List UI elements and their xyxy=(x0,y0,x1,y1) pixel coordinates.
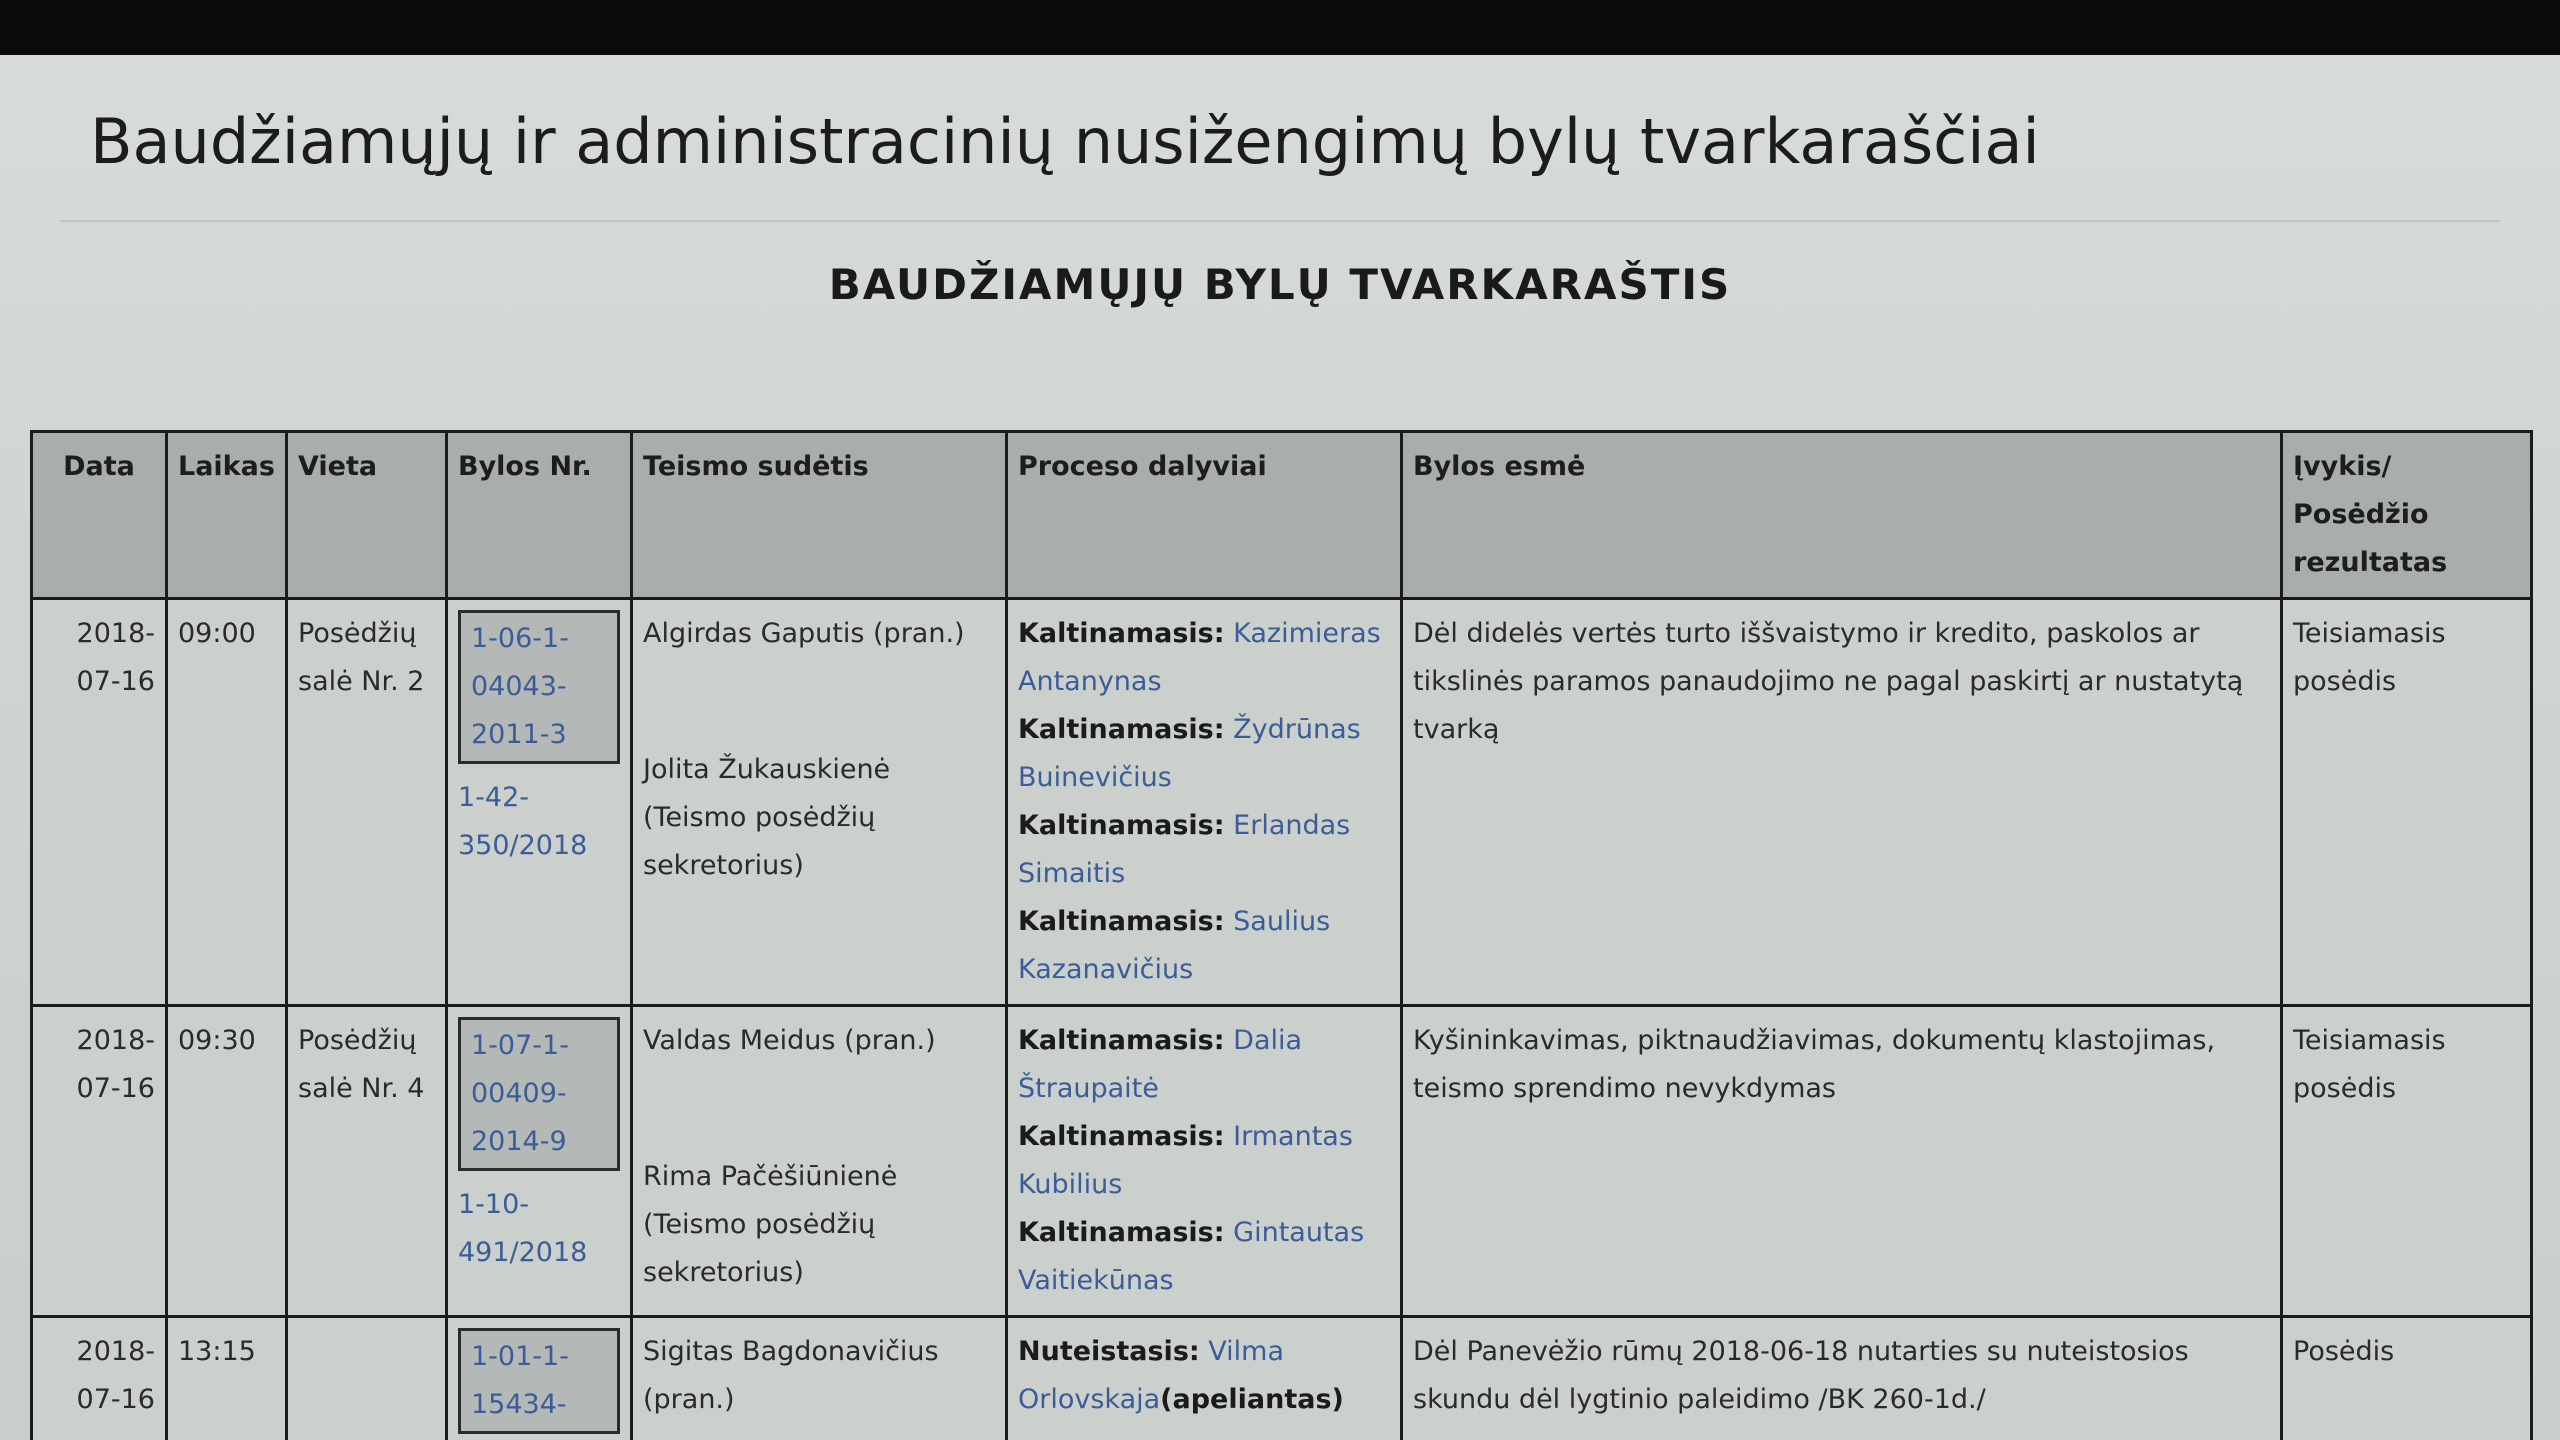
case-number-link[interactable]: 1-01-1-15434- xyxy=(458,1328,620,1434)
section-title: BAUDŽIAMŲJŲ BYLŲ TVARKARAŠTIS xyxy=(828,260,1732,309)
header-event-line: rezultatas xyxy=(2293,547,2448,578)
cell-case-number: 1-01-1-15434- xyxy=(445,1315,633,1440)
participant: Kaltinamasis: Žydrūnas Buinevičius xyxy=(1018,706,1390,802)
participant: Kaltinamasis: Irmantas Kubilius xyxy=(1018,1113,1390,1209)
table-row: 2018-07-16 09:00 Posėdžių salė Nr. 2 1-0… xyxy=(30,597,2533,1007)
header-event-line: Įvykis/ xyxy=(2293,451,2392,482)
cell-event: Posėdis xyxy=(2280,1315,2533,1440)
cell-court: Valdas Meidus (pran.) Rima Pačėšiūnienė … xyxy=(630,1004,1008,1318)
cell-essence: Dėl Panevėžio rūmų 2018-06-18 nutarties … xyxy=(1400,1315,2283,1440)
schedule-table: Data Laikas Vieta Bylos Nr. Teismo sudėt… xyxy=(30,430,2533,1440)
cell-court: Sigitas Bagdonavičius (pran.) xyxy=(630,1315,1008,1440)
cell-essence: Dėl didelės vertės turto iššvaistymo ir … xyxy=(1400,597,2283,1007)
participant: Kaltinamasis: Saulius Kazanavičius xyxy=(1018,898,1390,994)
participant-role: Kaltinamasis: xyxy=(1018,618,1225,649)
header-date[interactable]: Data xyxy=(30,430,168,600)
participant: Kaltinamasis: Dalia Štraupaitė xyxy=(1018,1017,1390,1113)
participant: Kaltinamasis: Gintautas Vaitiekūnas xyxy=(1018,1209,1390,1305)
page-background: Baudžiamųjų ir administracinių nusižengi… xyxy=(0,55,2560,1440)
cell-participants: Kaltinamasis: Dalia Štraupaitė Kaltinama… xyxy=(1005,1004,1403,1318)
secretary-name: Jolita Žukauskienė (Teismo posėdžių sekr… xyxy=(643,754,891,881)
participant-role: Kaltinamasis: xyxy=(1018,1217,1225,1248)
participant: Kaltinamasis: Erlandas Simaitis xyxy=(1018,802,1390,898)
cell-date: 2018-07-16 xyxy=(30,1004,168,1318)
cell-date: 2018-07-16 xyxy=(30,597,168,1007)
case-number-link[interactable]: 1-06-1-04043-2011-3 xyxy=(458,610,620,764)
participant-role: Kaltinamasis: xyxy=(1018,714,1225,745)
cell-event: Teisiamasis posėdis xyxy=(2280,597,2533,1007)
cell-place xyxy=(285,1315,448,1440)
participant-role: Kaltinamasis: xyxy=(1018,906,1225,937)
header-event[interactable]: Įvykis/ Posėdžio rezultatas xyxy=(2280,430,2533,600)
cell-time: 09:30 xyxy=(165,1004,288,1318)
cell-place: Posėdžių salė Nr. 2 xyxy=(285,597,448,1007)
title-divider xyxy=(60,220,2500,222)
participant-role: Kaltinamasis: xyxy=(1018,1121,1225,1152)
cell-place: Posėdžių salė Nr. 4 xyxy=(285,1004,448,1318)
judge-name: Sigitas Bagdonavičius (pran.) xyxy=(643,1336,939,1415)
table-header-row: Data Laikas Vieta Bylos Nr. Teismo sudėt… xyxy=(30,430,2533,600)
judge-name: Valdas Meidus (pran.) xyxy=(643,1025,936,1056)
cell-court: Algirdas Gaputis (pran.) Jolita Žukauski… xyxy=(630,597,1008,1007)
cell-event: Teisiamasis posėdis xyxy=(2280,1004,2533,1318)
header-event-line: Posėdžio xyxy=(2293,499,2429,530)
header-essence[interactable]: Bylos esmė xyxy=(1400,430,2283,600)
cell-time: 13:15 xyxy=(165,1315,288,1440)
cell-participants: Nuteistasis: Vilma Orlovskaja(apeliantas… xyxy=(1005,1315,1403,1440)
case-number-secondary[interactable]: 1-10-491/2018 xyxy=(458,1181,620,1277)
participant-role: Nuteistasis: xyxy=(1018,1336,1200,1367)
header-time[interactable]: Laikas xyxy=(165,430,288,600)
judge-name: Algirdas Gaputis (pran.) xyxy=(643,618,965,649)
case-number-link[interactable]: 1-07-1-00409-2014-9 xyxy=(458,1017,620,1171)
participant: Nuteistasis: Vilma Orlovskaja(apeliantas… xyxy=(1018,1328,1390,1424)
header-place[interactable]: Vieta xyxy=(285,430,448,600)
participant-role: Kaltinamasis: xyxy=(1018,810,1225,841)
cell-participants: Kaltinamasis: Kazimieras Antanynas Kalti… xyxy=(1005,597,1403,1007)
header-participants[interactable]: Proceso dalyviai xyxy=(1005,430,1403,600)
header-court[interactable]: Teismo sudėtis xyxy=(630,430,1008,600)
site-title: Baudžiamųjų ir administracinių nusižengi… xyxy=(90,105,2040,178)
case-number-secondary[interactable]: 1-42-350/2018 xyxy=(458,774,620,870)
table-row: 2018-07-16 13:15 1-01-1-15434- Sigitas B… xyxy=(30,1315,2533,1440)
secretary-name: Rima Pačėšiūnienė (Teismo posėdžių sekre… xyxy=(643,1161,898,1288)
table-row: 2018-07-16 09:30 Posėdžių salė Nr. 4 1-0… xyxy=(30,1004,2533,1318)
participant: Kaltinamasis: Kazimieras Antanynas xyxy=(1018,610,1390,706)
header-case-number[interactable]: Bylos Nr. xyxy=(445,430,633,600)
cell-time: 09:00 xyxy=(165,597,288,1007)
participant-suffix: (apeliantas) xyxy=(1160,1384,1344,1415)
cell-case-number: 1-07-1-00409-2014-9 1-10-491/2018 xyxy=(445,1004,633,1318)
cell-case-number: 1-06-1-04043-2011-3 1-42-350/2018 xyxy=(445,597,633,1007)
cell-essence: Kyšininkavimas, piktnaudžiavimas, dokume… xyxy=(1400,1004,2283,1318)
cell-date: 2018-07-16 xyxy=(30,1315,168,1440)
participant-role: Kaltinamasis: xyxy=(1018,1025,1225,1056)
